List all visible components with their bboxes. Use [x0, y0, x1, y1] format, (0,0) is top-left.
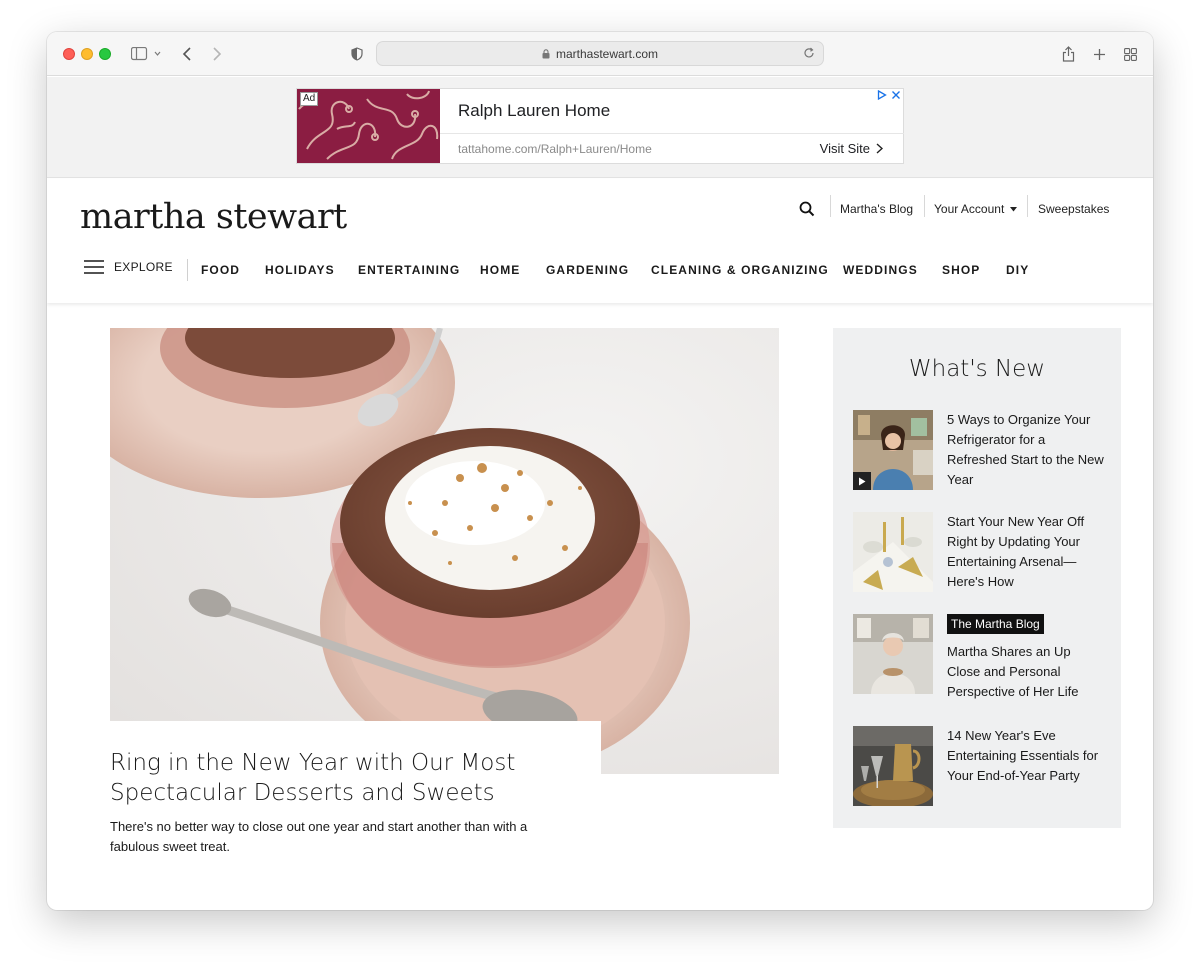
- nav-item-shop[interactable]: SHOP: [942, 263, 980, 277]
- ad-image[interactable]: Ad: [297, 89, 440, 163]
- hero-image[interactable]: [110, 328, 779, 774]
- ad-badge: Ad: [300, 92, 319, 106]
- lock-icon: [542, 48, 550, 59]
- martha-blog-badge[interactable]: The Martha Blog: [947, 614, 1044, 634]
- sidebar-title: What's New: [908, 356, 1046, 382]
- article-thumbnail[interactable]: [853, 726, 933, 806]
- sidebar-toggle-icon[interactable]: [129, 44, 163, 64]
- video-play-icon[interactable]: [853, 472, 871, 490]
- ad-choices[interactable]: [877, 90, 901, 100]
- article-thumbnail[interactable]: [853, 410, 933, 490]
- forward-icon[interactable]: [209, 44, 225, 64]
- minimize-window-button[interactable]: [81, 48, 93, 60]
- close-ad-icon[interactable]: [891, 90, 901, 100]
- url-text: marthastewart.com: [555, 46, 659, 61]
- hamburger-icon: [84, 260, 104, 274]
- back-icon[interactable]: [179, 44, 195, 64]
- whats-new-sidebar: What's New 5 Ways to Organize Your Refri…: [833, 328, 1121, 828]
- address-bar[interactable]: marthastewart.com: [376, 41, 824, 66]
- explore-menu-button[interactable]: EXPLORE: [84, 260, 173, 274]
- reload-icon[interactable]: [803, 47, 815, 59]
- browser-toolbar: marthastewart.com: [47, 32, 1153, 76]
- search-icon: [799, 201, 815, 217]
- privacy-shield-icon[interactable]: [349, 44, 365, 64]
- nav-item-gardening[interactable]: GARDENING: [546, 263, 629, 277]
- ad-title[interactable]: Ralph Lauren Home: [458, 101, 610, 121]
- article-title[interactable]: Start Your New Year Off Right by Updatin…: [947, 512, 1107, 592]
- main-nav: EXPLORE FOOD HOLIDAYS ENTERTAINING HOME …: [47, 259, 1153, 285]
- nav-item-cleaning-organizing[interactable]: CLEANING & ORGANIZING: [651, 263, 829, 277]
- hero-title[interactable]: Ring in the New Year with Our Most Spect…: [110, 748, 580, 808]
- nav-divider: [187, 259, 188, 281]
- browser-window: marthastewart.com Ad Ralph Lauren Home t…: [47, 32, 1153, 910]
- utility-divider: [830, 195, 831, 217]
- ad-card[interactable]: Ad Ralph Lauren Home tattahome.com/Ralph…: [296, 88, 904, 164]
- utility-divider: [1027, 195, 1028, 217]
- site-logo[interactable]: martha stewart: [80, 197, 347, 237]
- article-text[interactable]: The Martha Blog Martha Shares an Up Clos…: [947, 614, 1107, 702]
- search-button[interactable]: [799, 197, 815, 221]
- list-item[interactable]: 5 Ways to Organize Your Refrigerator for…: [853, 410, 1108, 492]
- ad-divider: [440, 133, 904, 134]
- article-title[interactable]: 14 New Year's Eve Entertaining Essential…: [947, 726, 1107, 786]
- nav-item-food[interactable]: FOOD: [201, 263, 240, 277]
- hero-card[interactable]: Ring in the New Year with Our Most Spect…: [110, 721, 601, 854]
- chevron-right-icon: [876, 143, 883, 154]
- your-account-label: Your Account: [934, 202, 1005, 216]
- list-item[interactable]: Start Your New Year Off Right by Updatin…: [853, 512, 1108, 594]
- article-thumbnail[interactable]: [853, 512, 933, 592]
- new-tab-icon[interactable]: [1090, 44, 1108, 64]
- sweepstakes-link[interactable]: Sweepstakes: [1038, 197, 1109, 221]
- utility-divider: [924, 195, 925, 217]
- hero-description: There's no better way to close out one y…: [110, 819, 528, 854]
- your-account-menu[interactable]: Your Account: [934, 197, 1018, 221]
- nav-item-entertaining[interactable]: ENTERTAINING: [358, 263, 460, 277]
- close-window-button[interactable]: [63, 48, 75, 60]
- caret-down-icon: [1010, 206, 1018, 211]
- nav-item-home[interactable]: HOME: [480, 263, 520, 277]
- zoom-window-button[interactable]: [99, 48, 111, 60]
- list-item[interactable]: The Martha Blog Martha Shares an Up Clos…: [853, 614, 1108, 699]
- article-title[interactable]: 5 Ways to Organize Your Refrigerator for…: [947, 410, 1107, 490]
- nav-item-diy[interactable]: DIY: [1006, 263, 1029, 277]
- nav-item-holidays[interactable]: HOLIDAYS: [265, 263, 335, 277]
- explore-label: EXPLORE: [114, 260, 173, 274]
- tab-overview-icon[interactable]: [1121, 44, 1139, 64]
- ad-url[interactable]: tattahome.com/Ralph+Lauren/Home: [458, 142, 652, 156]
- nav-item-weddings[interactable]: WEDDINGS: [843, 263, 918, 277]
- visit-site-label: Visit Site: [819, 141, 870, 156]
- visit-site-button[interactable]: Visit Site: [820, 141, 883, 156]
- adchoices-icon[interactable]: [877, 90, 887, 100]
- marthas-blog-link[interactable]: Martha's Blog: [840, 197, 913, 221]
- article-title[interactable]: Martha Shares an Up Close and Personal P…: [947, 642, 1107, 702]
- article-thumbnail[interactable]: [853, 614, 933, 694]
- ad-banner-area: Ad Ralph Lauren Home tattahome.com/Ralph…: [47, 77, 1153, 178]
- site-header: martha stewart Martha's Blog Your Accoun…: [47, 179, 1153, 303]
- list-item[interactable]: 14 New Year's Eve Entertaining Essential…: [853, 726, 1108, 808]
- share-icon[interactable]: [1059, 44, 1077, 64]
